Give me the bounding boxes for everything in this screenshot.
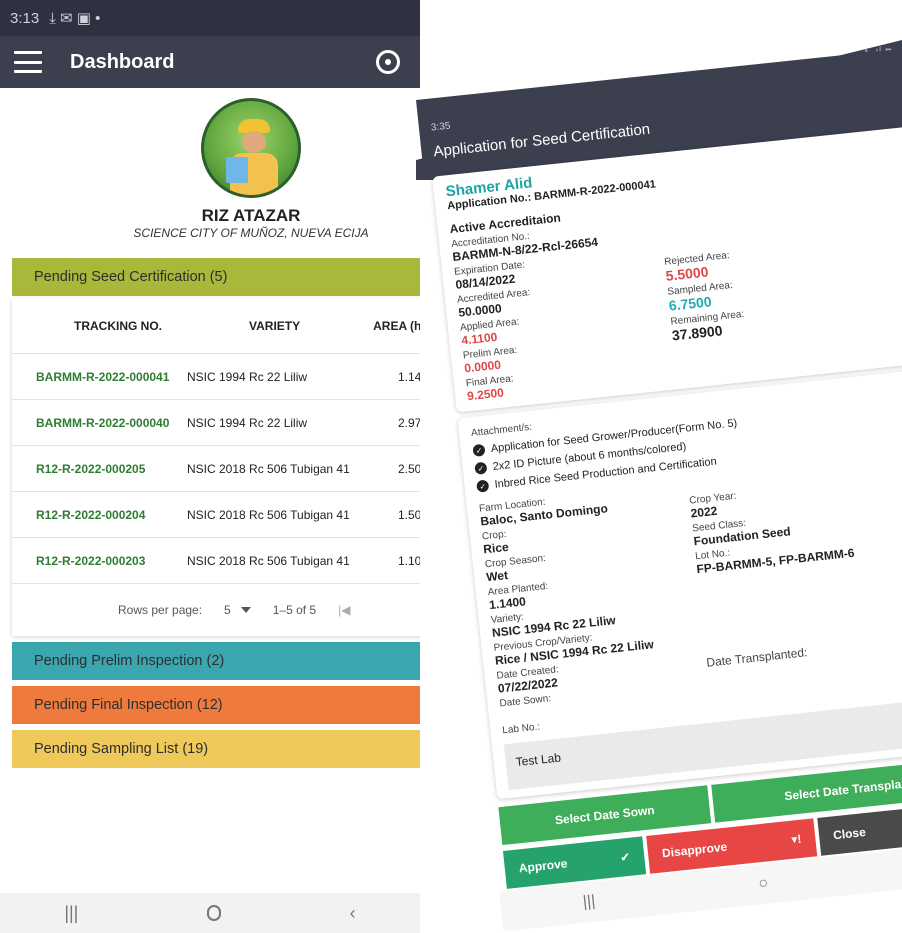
- table-row[interactable]: R12-R-2022-000203 NSIC 2018 Rc 506 Tubig…: [12, 538, 420, 584]
- details-left: Farm Location: Baloc, Santo Domingo Crop…: [478, 479, 712, 737]
- table-header: TRACKING NO. VARIETY AREA (ha: [12, 298, 420, 354]
- pending-prelim-header[interactable]: Pending Prelim Inspection (2): [12, 642, 420, 680]
- tracking-no[interactable]: R12-R-2022-000204: [12, 508, 187, 522]
- details-grid: Farm Location: Baloc, Santo Domingo Crop…: [478, 451, 902, 737]
- col-area[interactable]: AREA (ha: [355, 319, 420, 333]
- pending-seed-header[interactable]: Pending Seed Certification (5): [12, 258, 420, 296]
- variety: NSIC 1994 Rc 22 Liliw: [187, 415, 308, 430]
- rows-per-page-value: 5: [224, 603, 231, 617]
- area: 2.970: [397, 415, 420, 430]
- details-card: Attachment/s: ✓ Application for Seed Grow…: [457, 365, 902, 800]
- status-time: 3:13: [10, 9, 40, 27]
- rows-per-page-select[interactable]: 5: [224, 603, 251, 617]
- page-range: 1–5 of 5: [272, 603, 317, 617]
- app-bar: Dashboard: [0, 36, 420, 88]
- recents-icon[interactable]: |||: [582, 893, 596, 912]
- variety: NSIC 2018 Rc 506 Tubigan 41: [187, 553, 350, 568]
- pending-seed-panel: Pending Seed Certification (5) TRACKING …: [12, 258, 420, 768]
- pending-sampling-header[interactable]: Pending Sampling List (19): [12, 730, 420, 768]
- close-label: Close: [832, 825, 867, 843]
- pending-final-header[interactable]: Pending Final Inspection (12): [12, 686, 420, 724]
- tilted-screen-content: 3:35 Application for Seed Certification …: [416, 45, 902, 932]
- application-screen: ◔ .ıl ■ ← 3:35 Application for Seed Cert…: [416, 40, 902, 933]
- user-name: RIZ ATAZAR: [201, 206, 301, 225]
- accreditation-right: Rejected Area: 5.5000 Sampled Area: 6.75…: [658, 174, 902, 381]
- notification-icons: ⤓ ✉ ▣ •: [49, 10, 101, 27]
- tracking-no[interactable]: BARMM-R-2022-000040: [12, 416, 187, 430]
- hamburger-menu-icon[interactable]: [14, 51, 42, 73]
- applicant-card: Shamer Alid Application No.: BARMM-R-202…: [432, 124, 902, 413]
- table-row[interactable]: BARMM-R-2022-000041 NSIC 1994 Rc 22 Lili…: [12, 354, 420, 400]
- area: 2.500: [397, 461, 420, 476]
- page-title: Dashboard: [70, 50, 175, 73]
- rows-per-page-label: Rows per page:: [118, 603, 203, 617]
- avatar: [201, 98, 301, 198]
- refresh-icon[interactable]: [376, 50, 400, 74]
- home-icon[interactable]: [207, 905, 222, 921]
- variety: NSIC 2018 Rc 506 Tubigan 41: [187, 507, 350, 522]
- approve-label: Approve: [518, 856, 569, 876]
- check-icon: ✓: [474, 461, 488, 475]
- table-row[interactable]: BARMM-R-2022-000040 NSIC 1994 Rc 22 Lili…: [12, 400, 420, 446]
- user-location: SCIENCE CITY OF MUÑOZ, NUEVA ECIJA: [133, 226, 369, 240]
- variety: NSIC 2018 Rc 506 Tubigan 41: [187, 461, 350, 476]
- check-icon: ✓: [472, 443, 486, 457]
- date-transplanted-label: Date Transplanted:: [705, 645, 808, 670]
- chevron-down-icon: [240, 607, 251, 613]
- home-icon[interactable]: ○: [758, 875, 770, 894]
- recents-icon[interactable]: |||: [64, 903, 78, 924]
- dashboard-screen: 3:13 ⤓ ✉ ▣ • Dashboard RIZ ATAZAR SCIENC…: [0, 0, 420, 933]
- col-variety[interactable]: VARIETY: [187, 319, 355, 333]
- back-icon[interactable]: ‹: [350, 903, 356, 924]
- accreditation-grid: Active Accreditaion Accreditation No.: B…: [449, 172, 902, 404]
- col-tracking[interactable]: TRACKING NO.: [12, 319, 187, 333]
- tracking-no[interactable]: BARMM-R-2022-000041: [12, 370, 187, 384]
- disapprove-label: Disapprove: [661, 839, 728, 861]
- table-row[interactable]: R12-R-2022-000205 NSIC 2018 Rc 506 Tubig…: [12, 446, 420, 492]
- variety: NSIC 1994 Rc 22 Liliw: [187, 369, 308, 384]
- check-icon: ✓: [476, 479, 490, 493]
- tracking-no[interactable]: R12-R-2022-000205: [12, 462, 187, 476]
- check-circle-icon: ✔: [619, 849, 632, 865]
- system-nav-bar: ||| ‹: [0, 893, 420, 933]
- tracking-no[interactable]: R12-R-2022-000203: [12, 554, 187, 568]
- area: 1.500: [397, 507, 420, 522]
- table-row[interactable]: R12-R-2022-000204 NSIC 2018 Rc 506 Tubig…: [12, 492, 420, 538]
- seed-table: TRACKING NO. VARIETY AREA (ha BARMM-R-20…: [12, 298, 420, 636]
- area: 1.100: [397, 553, 420, 568]
- first-page-icon[interactable]: |◀: [338, 603, 350, 617]
- area: 1.140: [397, 369, 420, 384]
- details-right: Crop Year: 2022 Seed Class: Foundation S…: [687, 453, 902, 715]
- accreditation-left: Active Accreditaion Accreditation No.: B…: [449, 200, 677, 404]
- user-profile: RIZ ATAZAR SCIENCE CITY OF MUÑOZ, NUEVA …: [0, 88, 420, 248]
- status-bar: 3:13 ⤓ ✉ ▣ •: [0, 0, 420, 36]
- thumbs-down-icon: ▾!: [790, 831, 803, 847]
- table-pagination: Rows per page: 5 1–5 of 5 |◀: [12, 584, 420, 636]
